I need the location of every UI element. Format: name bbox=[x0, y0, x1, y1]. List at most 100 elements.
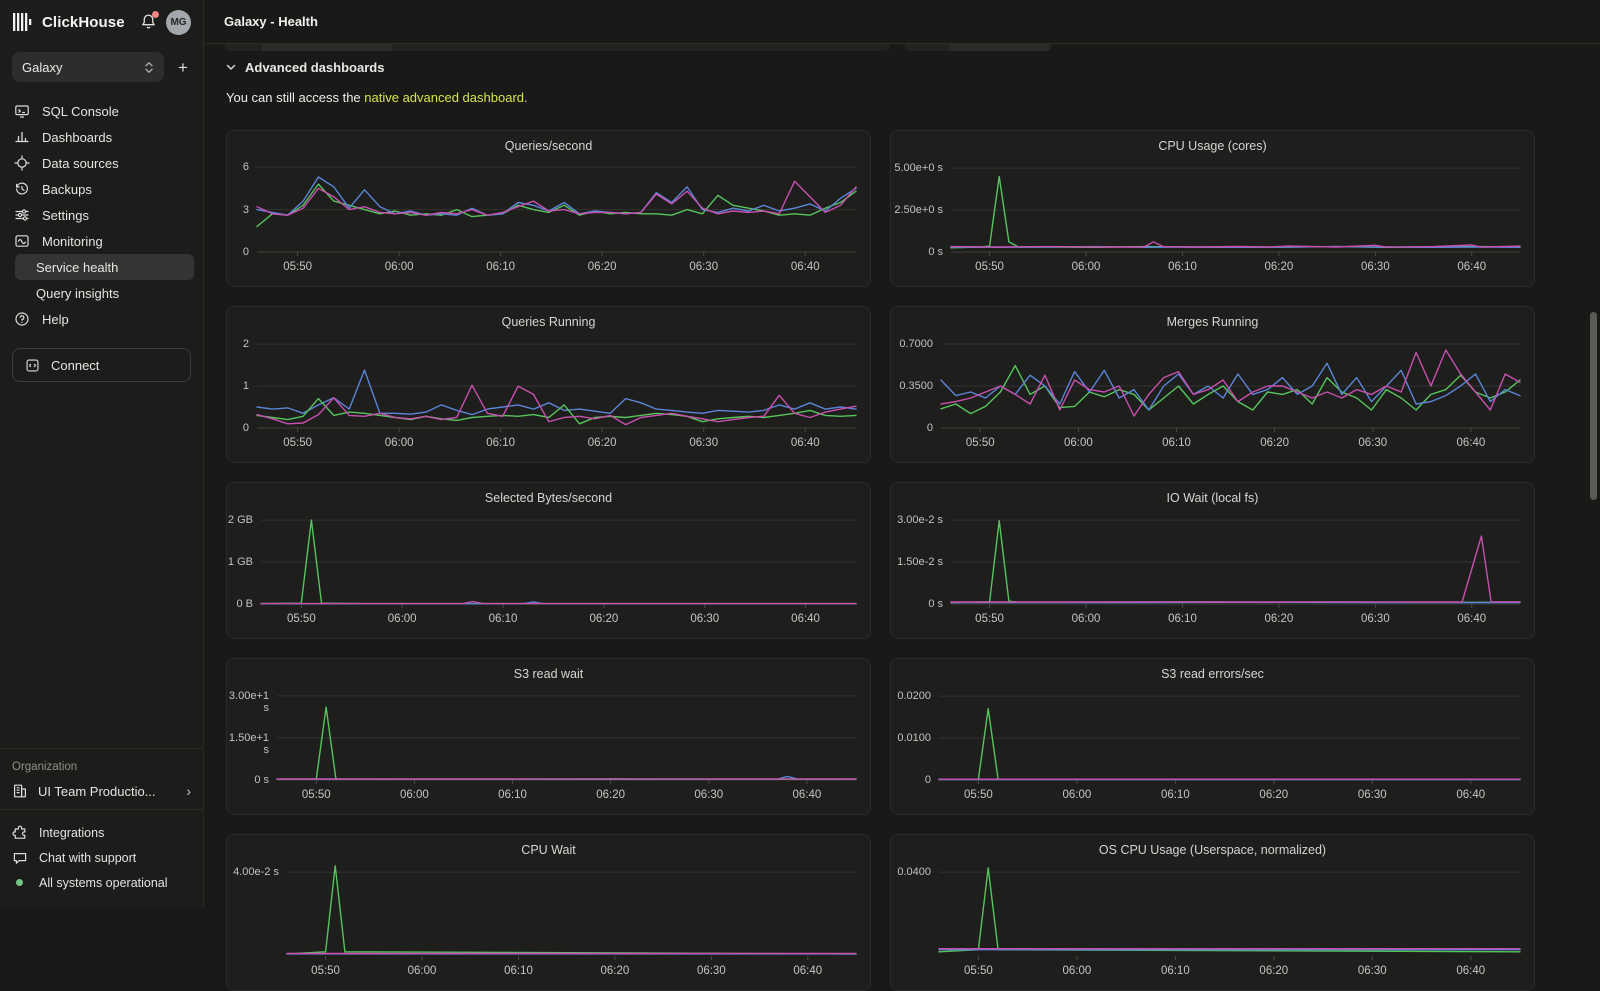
chart-plot-area[interactable] bbox=[941, 329, 1520, 428]
organization-switcher[interactable]: UI Team Productio... › bbox=[12, 783, 191, 799]
notice-text: You can still access the native advanced… bbox=[226, 90, 1600, 106]
y-axis-tick-label: 4.00e-2 s bbox=[227, 866, 279, 878]
notifications-bell-icon[interactable] bbox=[140, 13, 158, 31]
series-line-replica-magenta bbox=[261, 602, 856, 604]
chart-title: Queries/second bbox=[227, 139, 870, 153]
advanced-dashboards-toggle[interactable]: Advanced dashboards bbox=[226, 57, 1600, 77]
series-line-replica-magenta bbox=[941, 350, 1520, 416]
native-dashboard-link[interactable]: native advanced dashboard. bbox=[364, 90, 527, 105]
add-service-button[interactable]: + bbox=[174, 57, 192, 78]
chart-panel-io-wait[interactable]: IO Wait (local fs) 0 s1.50e-2 s3.00e-2 s… bbox=[890, 482, 1535, 639]
clipped-panel-edge bbox=[225, 44, 890, 51]
x-axis-tick-label: 06:20 bbox=[570, 437, 634, 449]
sidebar-item-settings[interactable]: Settings bbox=[0, 202, 203, 228]
sidebar-item-help[interactable]: Help bbox=[0, 306, 203, 332]
chart-plot-area[interactable] bbox=[951, 153, 1520, 252]
y-axis-tick-label: 0 bbox=[227, 246, 249, 258]
chart-title: Selected Bytes/second bbox=[227, 491, 870, 505]
x-axis-tick-label: 06:20 bbox=[1247, 261, 1311, 273]
x-axis-tick-label: 06:30 bbox=[672, 261, 736, 273]
chart-panel-s3-read-errors[interactable]: S3 read errors/sec 00.01000.020005:5006:… bbox=[890, 658, 1535, 815]
y-axis-tick-label: 3.00e-2 s bbox=[891, 514, 943, 526]
x-axis-tick-label: 06:00 bbox=[370, 613, 434, 625]
connect-icon bbox=[25, 358, 40, 373]
notification-dot bbox=[152, 11, 159, 18]
x-axis-tick-label: 06:30 bbox=[1343, 261, 1407, 273]
x-axis-tick-label: 06:00 bbox=[1054, 613, 1118, 625]
terminal-monitor-icon bbox=[14, 103, 30, 119]
x-axis-tick-label: 06:40 bbox=[776, 965, 840, 977]
sidebar-item-backups[interactable]: Backups bbox=[0, 176, 203, 202]
organization-section-label: Organization bbox=[12, 761, 191, 773]
series-line-replica-magenta bbox=[257, 385, 856, 424]
x-axis-tick-label: 06:40 bbox=[1439, 965, 1503, 977]
chart-panel-selected-bytes[interactable]: Selected Bytes/second 0 B1 GB2 GB05:5006… bbox=[226, 482, 871, 639]
help-question-icon bbox=[14, 311, 30, 327]
x-axis-tick-label: 06:10 bbox=[486, 965, 550, 977]
x-axis-tick-label: 06:00 bbox=[1046, 437, 1110, 449]
clickhouse-logo-icon bbox=[12, 12, 34, 32]
x-axis-tick-label: 06:40 bbox=[773, 437, 837, 449]
chart-title: OS CPU Usage (Userspace, normalized) bbox=[891, 843, 1534, 857]
series-line-replica-magenta bbox=[951, 536, 1520, 602]
sidebar-item-sql-console[interactable]: SQL Console bbox=[0, 98, 203, 124]
chart-panel-os-cpu-usage[interactable]: OS CPU Usage (Userspace, normalized) 0.0… bbox=[890, 834, 1535, 991]
y-axis-tick-label: 0.0400 bbox=[891, 866, 931, 878]
avatar[interactable]: MG bbox=[166, 10, 191, 35]
x-axis-tick-label: 05:50 bbox=[284, 789, 348, 801]
service-selector[interactable]: Galaxy bbox=[12, 52, 164, 82]
chart-plot-area[interactable] bbox=[277, 681, 856, 780]
system-status-link[interactable]: All systems operational bbox=[12, 870, 191, 895]
sidebar-item-dashboards[interactable]: Dashboards bbox=[0, 124, 203, 150]
chart-panel-cpu-usage[interactable]: CPU Usage (cores) 0 s2.50e+0 s5.00e+0 s0… bbox=[890, 130, 1535, 287]
chart-title: S3 read wait bbox=[227, 667, 870, 681]
sidebar-item-integrations[interactable]: Integrations bbox=[12, 820, 191, 845]
chart-plot-area[interactable] bbox=[261, 505, 856, 604]
y-axis-tick-label: 1.50e+1 s bbox=[227, 732, 269, 756]
x-axis-tick-label: 06:20 bbox=[1242, 965, 1306, 977]
x-axis-tick-label: 06:20 bbox=[1242, 789, 1306, 801]
x-axis-tick-label: 05:50 bbox=[958, 261, 1022, 273]
page-title: Galaxy - Health bbox=[224, 14, 318, 29]
sidebar-item-service-health[interactable]: Service health bbox=[15, 254, 194, 280]
sidebar-item-monitoring[interactable]: Monitoring bbox=[0, 228, 203, 254]
sidebar-item-chat-support[interactable]: Chat with support bbox=[12, 845, 191, 870]
y-axis-tick-label: 0.0100 bbox=[891, 732, 931, 744]
chart-panel-s3-read-wait[interactable]: S3 read wait 0 s1.50e+1 s3.00e+1 s05:500… bbox=[226, 658, 871, 815]
x-axis-tick-label: 06:00 bbox=[1045, 789, 1109, 801]
data-hub-icon bbox=[14, 155, 30, 171]
x-axis-tick-label: 06:00 bbox=[367, 261, 431, 273]
x-axis-tick-label: 06:40 bbox=[1440, 261, 1504, 273]
chart-plot-area[interactable] bbox=[939, 681, 1520, 780]
charts-grid: Queries/second 03605:5006:0006:1006:2006… bbox=[226, 130, 1600, 991]
chart-panel-merges-running[interactable]: Merges Running 00.35000.700005:5006:0006… bbox=[890, 306, 1535, 463]
sidebar: ClickHouse MG Galaxy + bbox=[0, 0, 204, 907]
chevron-right-icon: › bbox=[186, 783, 191, 799]
x-axis-tick-label: 06:20 bbox=[1243, 437, 1307, 449]
sidebar-item-query-insights[interactable]: Query insights bbox=[15, 280, 194, 306]
chart-title: Merges Running bbox=[891, 315, 1534, 329]
restore-clock-icon bbox=[14, 181, 30, 197]
scrollbar-thumb[interactable] bbox=[1590, 312, 1597, 500]
chart-title: S3 read errors/sec bbox=[891, 667, 1534, 681]
y-axis-tick-label: 0 s bbox=[891, 246, 943, 258]
connect-button[interactable]: Connect bbox=[12, 348, 191, 382]
sidebar-item-data-sources[interactable]: Data sources bbox=[0, 150, 203, 176]
x-axis-tick-label: 06:10 bbox=[469, 437, 533, 449]
chart-plot-area[interactable] bbox=[951, 505, 1520, 604]
chart-plot-area[interactable] bbox=[257, 329, 856, 428]
x-axis-tick-label: 06:20 bbox=[583, 965, 647, 977]
x-axis-tick-label: 05:50 bbox=[958, 613, 1022, 625]
x-axis-tick-label: 06:10 bbox=[481, 789, 545, 801]
monitoring-wave-icon bbox=[14, 233, 30, 249]
x-axis-tick-label: 05:50 bbox=[266, 261, 330, 273]
chart-panel-queries-per-second[interactable]: Queries/second 03605:5006:0006:1006:2006… bbox=[226, 130, 871, 287]
chart-plot-area[interactable] bbox=[257, 153, 856, 252]
chart-panel-queries-running[interactable]: Queries Running 01205:5006:0006:1006:200… bbox=[226, 306, 871, 463]
x-axis-tick-label: 06:20 bbox=[579, 789, 643, 801]
app-title[interactable]: ClickHouse bbox=[42, 14, 125, 31]
x-axis-tick-label: 06:10 bbox=[471, 613, 535, 625]
y-axis-tick-label: 2 GB bbox=[227, 514, 253, 526]
x-axis-tick-label: 06:10 bbox=[1143, 789, 1207, 801]
chart-panel-cpu-wait[interactable]: CPU Wait 4.00e-2 s05:5006:0006:1006:2006… bbox=[226, 834, 871, 991]
